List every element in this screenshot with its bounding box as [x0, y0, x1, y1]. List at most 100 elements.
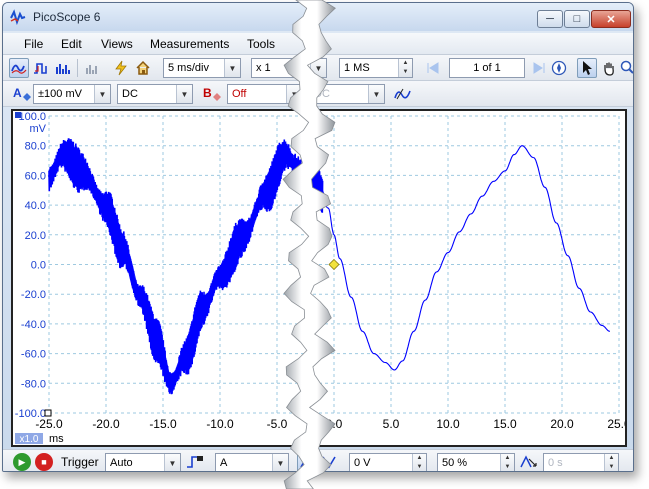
- scope-chart[interactable]: 100.0 80.0 60.0 40.0 20.0 0.0 -20.0 -40.0 -60.0 -…: [13, 111, 631, 445]
- channel-options-icon: [394, 88, 411, 100]
- toolbar-separator: [77, 59, 78, 77]
- zoom-icon: [620, 60, 633, 74]
- pan-tool-button[interactable]: [599, 58, 619, 78]
- channel-a-coupling-select[interactable]: DC ▼: [117, 84, 193, 104]
- rising-edge-button[interactable]: [297, 452, 317, 471]
- channel-a-range-select[interactable]: ±100 mV ▼: [33, 84, 111, 104]
- y-tick-label: 80.0: [25, 141, 46, 153]
- timebase-select[interactable]: 5 ms/div ▼: [163, 58, 241, 78]
- app-window: PicoScope 6 ─ □ ✕ File Edit Views Measur…: [2, 2, 634, 472]
- trigger-marker: [328, 258, 340, 271]
- y-tick-label: 100.0: [18, 111, 46, 123]
- samples-value: 1 MS: [344, 62, 370, 74]
- trigger-type-button[interactable]: [185, 452, 205, 471]
- falling-edge-button[interactable]: [319, 452, 339, 471]
- chevron-down-icon: ▼: [224, 59, 240, 77]
- close-icon: ✕: [606, 13, 616, 26]
- persistence-mode-icon: [34, 63, 47, 74]
- menu-bar: File Edit Views Measurements Tools: [3, 33, 633, 55]
- picoscope-logo-icon: [10, 9, 26, 25]
- persistence-mode-button[interactable]: [31, 58, 51, 78]
- rising-edge-icon: [300, 455, 314, 468]
- trigger-label: Trigger: [61, 455, 99, 469]
- x-tick-label: 25.0: [607, 417, 625, 431]
- scope-mode-button[interactable]: [9, 58, 29, 78]
- trigger-mode-select[interactable]: Auto ▼: [105, 453, 181, 471]
- y-tick-label: 0.0: [31, 260, 46, 272]
- channel-b-range-select[interactable]: Off ▼: [227, 84, 303, 104]
- delay-field[interactable]: 0 s ▲ ▼: [543, 453, 619, 471]
- channel-b-coupling-value: DC: [314, 88, 330, 100]
- threshold-field[interactable]: 0 V ▲ ▼: [349, 453, 427, 471]
- trigger-source-select[interactable]: A ▼: [215, 453, 289, 471]
- x-tick-label: 15.0: [493, 417, 517, 431]
- next-capture-button[interactable]: [529, 58, 549, 78]
- zoom-tool-button[interactable]: [619, 58, 633, 78]
- y-unit-label: mV: [30, 123, 47, 135]
- auto-setup-button[interactable]: [111, 58, 131, 78]
- x-tick-label: 0.0: [326, 417, 343, 431]
- x-tick-label: -15.0: [149, 417, 177, 431]
- stop-button[interactable]: ■: [35, 453, 53, 471]
- channel-a-options-icon[interactable]: [23, 93, 31, 101]
- channel-a-axis-marker: [15, 112, 21, 118]
- falling-edge-icon: [322, 456, 336, 469]
- delay-value: 0 s: [548, 457, 563, 469]
- stepper-icon: ▲ ▼: [412, 454, 426, 471]
- timebase-value: 5 ms/div: [168, 62, 209, 74]
- y-tick-label: -80.0: [21, 378, 46, 390]
- chevron-down-icon: ▼: [176, 85, 192, 103]
- zoom-factor-select[interactable]: x 1 ▼: [251, 58, 327, 78]
- home-icon: [136, 60, 150, 75]
- menu-measurements[interactable]: Measurements: [150, 37, 229, 51]
- select-pointer-icon: [583, 61, 592, 75]
- compass-icon: [551, 60, 567, 76]
- spectrum-mode-icon: [56, 64, 70, 74]
- advanced-trigger-button[interactable]: [519, 452, 539, 471]
- channel-options-button[interactable]: [393, 84, 413, 104]
- minimize-icon: ─: [546, 13, 554, 25]
- trigger-toolbar: ▶ ■ Trigger Auto ▼ A ▼ 0 V ▲▼ 50 % ▲▼: [3, 449, 633, 471]
- menu-views[interactable]: Views: [101, 37, 133, 51]
- y-tick-label: -40.0: [21, 319, 46, 331]
- x-unit-label: ms: [49, 433, 64, 445]
- prev-capture-icon: [427, 62, 439, 74]
- auto-setup-icon: [115, 60, 127, 76]
- math-channels-button[interactable]: [83, 58, 103, 78]
- x-tick-label: 10.0: [436, 417, 460, 431]
- start-icon: ▶: [18, 456, 26, 467]
- menu-edit[interactable]: Edit: [61, 37, 82, 51]
- origin-marker: [44, 409, 52, 417]
- channel-a-trace: [322, 145, 610, 371]
- close-button[interactable]: ✕: [591, 10, 631, 28]
- capture-page-field[interactable]: 1 of 1: [449, 58, 525, 78]
- maximize-button[interactable]: □: [564, 10, 590, 28]
- default-setup-button[interactable]: [133, 58, 153, 78]
- maximize-icon: □: [573, 13, 581, 25]
- spectrum-mode-button[interactable]: [53, 58, 73, 78]
- scope-mode-icon: [11, 64, 27, 74]
- samples-field[interactable]: 1 MS ▲ ▼: [339, 58, 413, 78]
- pre-trigger-field[interactable]: 50 % ▲ ▼: [437, 453, 515, 471]
- chevron-down-icon: ▼: [272, 454, 288, 471]
- stepper-icon: ▲ ▼: [500, 454, 514, 471]
- trigger-type-icon: [187, 456, 203, 468]
- channel-b-options-icon[interactable]: [213, 93, 221, 101]
- x-tick-label: -25.0: [35, 417, 63, 431]
- channel-a-range-value: ±100 mV: [38, 88, 82, 100]
- select-tool-button[interactable]: [577, 58, 597, 78]
- channel-b-coupling-select[interactable]: DC ▼: [309, 84, 385, 104]
- y-tick-label: 40.0: [25, 200, 46, 212]
- scope-view[interactable]: 100.0 80.0 60.0 40.0 20.0 0.0 -20.0 -40.0 -60.0 -…: [11, 109, 631, 447]
- start-button[interactable]: ▶: [13, 453, 31, 471]
- math-icon: [86, 65, 97, 74]
- capture-page-value: 1 of 1: [473, 62, 501, 74]
- menu-file[interactable]: File: [24, 37, 43, 51]
- y-tick-label: 60.0: [25, 170, 46, 182]
- minimize-button[interactable]: ─: [537, 10, 563, 28]
- menu-tools[interactable]: Tools: [247, 37, 275, 51]
- navigator-button[interactable]: [549, 58, 569, 78]
- previous-capture-button[interactable]: [423, 58, 443, 78]
- chevron-down-icon: ▼: [164, 454, 180, 471]
- capture-toolbar: 5 ms/div ▼ x 1 ▼ 1 MS ▲ ▼ 1 of 1: [3, 55, 633, 81]
